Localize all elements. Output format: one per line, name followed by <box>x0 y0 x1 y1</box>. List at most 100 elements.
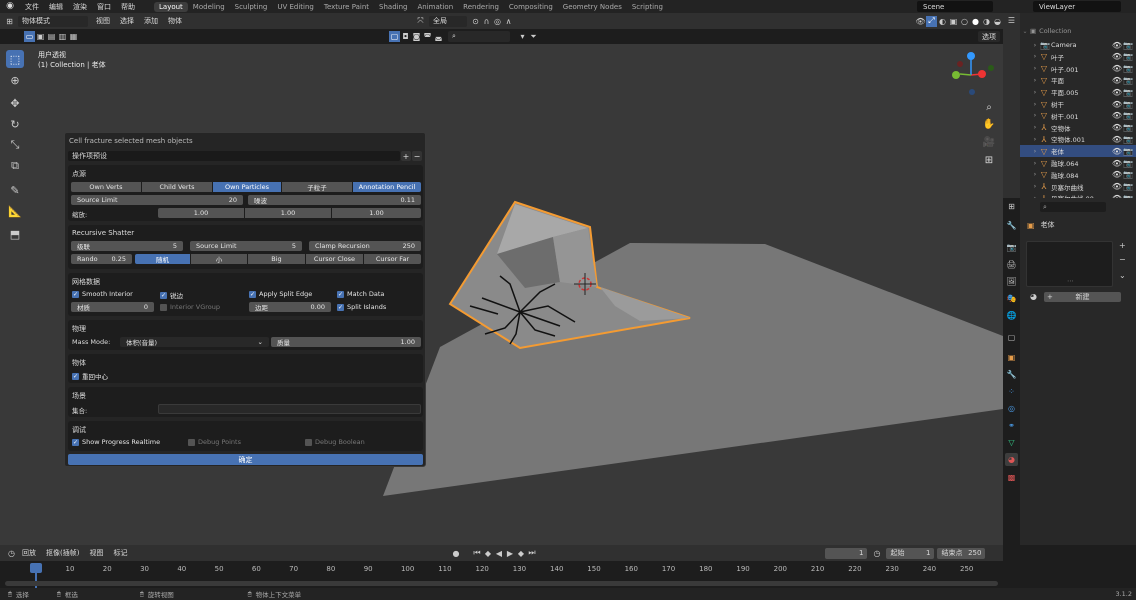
visibility-eye-icon[interactable]: 👁 <box>1112 123 1122 132</box>
debug-boolean-checkbox[interactable]: Debug Boolean <box>305 438 365 446</box>
expand-arrow-icon[interactable]: › <box>1030 124 1040 131</box>
blender-logo-icon[interactable]: ◉ <box>4 2 16 11</box>
xray-icon[interactable]: ▣ <box>948 16 959 27</box>
recursion-level-field[interactable]: 级联 5 <box>71 241 183 251</box>
select-intersect-icon[interactable]: ▦ <box>68 31 79 42</box>
end-frame-field[interactable]: 结束点 250 <box>937 547 986 559</box>
clamp-recursion-field[interactable]: Clamp Recursion 250 <box>309 241 421 251</box>
ok-button[interactable]: 确定 <box>68 454 423 465</box>
properties-editor-type-icon[interactable]: ⊞ <box>1006 201 1017 212</box>
visibility-eye-icon[interactable]: 👁 <box>1112 111 1122 120</box>
camera-view-icon[interactable]: 🎥 <box>981 134 997 150</box>
cursor-tool-icon[interactable]: ⊕ <box>6 71 24 89</box>
recursion-source-limit-field[interactable]: Source Limit 5 <box>190 241 302 251</box>
collection-field[interactable] <box>158 404 421 414</box>
render-camera-icon[interactable]: 📷 <box>1123 123 1133 132</box>
pivot-icon[interactable]: ⊙ <box>470 16 481 27</box>
funnel-icon[interactable]: ⏷ <box>528 31 539 42</box>
preset-add-button[interactable]: + <box>401 151 411 161</box>
render-camera-icon[interactable]: 📷 <box>1123 170 1133 179</box>
menu-help[interactable]: 帮助 <box>116 2 140 12</box>
outliner-item[interactable]: › ▽ 平面.005 👁 📷 <box>1020 86 1136 98</box>
cursor-close-button[interactable]: Cursor Close <box>306 254 363 264</box>
options-dropdown[interactable]: 选项 <box>978 31 1000 42</box>
menu-file[interactable]: 文件 <box>20 2 44 12</box>
interior-vgroup-checkbox[interactable]: Interior VGroup <box>160 303 220 311</box>
outliner-item[interactable]: › ▽ 老体 👁 📷 <box>1020 145 1136 158</box>
own-verts-button[interactable]: Own Verts <box>71 182 141 192</box>
tab-compositing[interactable]: Compositing <box>504 2 558 12</box>
remove-slot-icon[interactable]: − <box>1119 255 1126 264</box>
expand-arrow-icon[interactable]: › <box>1030 42 1040 49</box>
source-limit-field[interactable]: Source Limit 20 <box>71 195 243 205</box>
select-invert-icon[interactable]: ▥ <box>57 31 68 42</box>
timeline-scrollbar[interactable] <box>5 581 998 586</box>
scale-y-field[interactable]: 1.00 <box>245 208 331 218</box>
render-camera-icon[interactable]: 📷 <box>1123 111 1133 120</box>
shading-solid-icon[interactable]: ● <box>970 16 981 27</box>
annotation-pencil-button[interactable]: Annotation Pencil <box>353 182 421 192</box>
tab-uv-editing[interactable]: UV Editing <box>272 2 319 12</box>
recursion-random-button[interactable]: 随机 <box>135 254 190 264</box>
expand-arrow-icon[interactable]: › <box>1030 183 1040 190</box>
outliner-item[interactable]: › 📷 Camera 👁 📷 <box>1020 39 1136 51</box>
scene-tab-icon[interactable]: 🎭 <box>1005 292 1018 305</box>
expand-arrow-icon[interactable]: › <box>1030 89 1040 96</box>
mass-field[interactable]: 质量 1.00 <box>271 337 421 347</box>
constraints-tab-icon[interactable]: ⚭ <box>1005 419 1018 432</box>
timeline-editor-type-icon[interactable]: ◷ <box>6 548 17 559</box>
visibility-eye-icon[interactable]: 👁 <box>1112 182 1122 191</box>
tab-sculpting[interactable]: Sculpting <box>230 2 273 12</box>
scale-tool-icon[interactable]: ⤡ <box>6 136 24 154</box>
menu-keying[interactable]: 抠像(插帧) <box>41 548 84 558</box>
visibility-eye-icon[interactable]: 👁 <box>1112 88 1122 97</box>
rotate-tool-icon[interactable]: ↻ <box>6 115 24 133</box>
render-camera-icon[interactable]: 📷 <box>1123 182 1133 191</box>
visibility-eye-icon[interactable]: 👁 <box>1112 41 1122 50</box>
slot-menu-icon[interactable]: ⌄ <box>1119 271 1126 280</box>
expand-arrow-icon[interactable]: › <box>1030 112 1040 119</box>
visibility-eye-icon[interactable]: 👁 <box>1112 76 1122 85</box>
filter-light-icon[interactable]: ◙ <box>411 31 422 42</box>
tab-animation[interactable]: Animation <box>412 2 458 12</box>
visibility-eye-icon[interactable]: 👁 <box>1112 52 1122 61</box>
expand-arrow-icon[interactable]: › <box>1030 53 1040 60</box>
start-frame-field[interactable]: 起始 1 <box>886 547 935 559</box>
menu-window[interactable]: 窗口 <box>92 2 116 12</box>
recenter-checkbox[interactable]: ✓ 重回中心 <box>72 371 108 381</box>
outliner-item[interactable]: › ⅄ 贝塞尔曲线 👁 📷 <box>1020 181 1136 193</box>
particles-tab-icon[interactable]: ⁘ <box>1005 385 1018 398</box>
menu-add[interactable]: 添加 <box>139 16 163 26</box>
shading-rendered-icon[interactable]: ◒ <box>992 16 1003 27</box>
debug-points-checkbox[interactable]: Debug Points <box>188 438 241 446</box>
view-layer-selector[interactable]: ViewLayer <box>1033 1 1121 12</box>
play-reverse-icon[interactable]: ◀ <box>493 548 504 559</box>
measure-tool-icon[interactable]: 📐 <box>6 202 24 220</box>
proportional-edit-icon[interactable]: ◎ <box>492 16 503 27</box>
object-tab-icon[interactable]: ▣ <box>1005 351 1018 364</box>
filter-other-icon[interactable]: ◛ <box>433 31 444 42</box>
menu-select[interactable]: 选择 <box>115 16 139 26</box>
outliner-item[interactable]: › ⅄ 空物体 👁 📷 <box>1020 122 1136 134</box>
margin-field[interactable]: 边距 0.00 <box>249 302 331 312</box>
jump-start-icon[interactable]: ⏮ <box>471 548 482 559</box>
expand-arrow-icon[interactable]: › <box>1030 65 1040 72</box>
add-cube-tool-icon[interactable]: ⬒ <box>6 225 24 243</box>
physics-tab-icon[interactable]: ◎ <box>1005 402 1018 415</box>
tab-scripting[interactable]: Scripting <box>627 2 668 12</box>
outliner-item[interactable]: › ▽ 平面 👁 📷 <box>1020 74 1136 86</box>
visibility-eye-icon[interactable]: 👁 <box>1112 64 1122 73</box>
render-camera-icon[interactable]: 📷 <box>1123 41 1133 50</box>
overlay-icon[interactable]: ◐ <box>937 16 948 27</box>
scene-selector[interactable]: Scene <box>917 1 993 12</box>
random-field[interactable]: Rando 0.25 <box>71 254 132 264</box>
transform-orientation-dropdown[interactable]: 全局 <box>429 15 467 27</box>
gizmo-icon[interactable]: ⤢ <box>926 15 937 27</box>
visibility-eye-icon[interactable]: 👁 <box>1112 100 1122 109</box>
record-icon[interactable]: ● <box>450 548 461 559</box>
render-tab-icon[interactable]: 📷 <box>1005 241 1018 254</box>
expand-arrow-icon[interactable]: › <box>1030 160 1040 167</box>
render-camera-icon[interactable]: 📷 <box>1123 159 1133 168</box>
ortho-grid-icon[interactable]: ⊞ <box>981 152 997 168</box>
mode-dropdown[interactable]: 物体模式 <box>18 15 88 27</box>
